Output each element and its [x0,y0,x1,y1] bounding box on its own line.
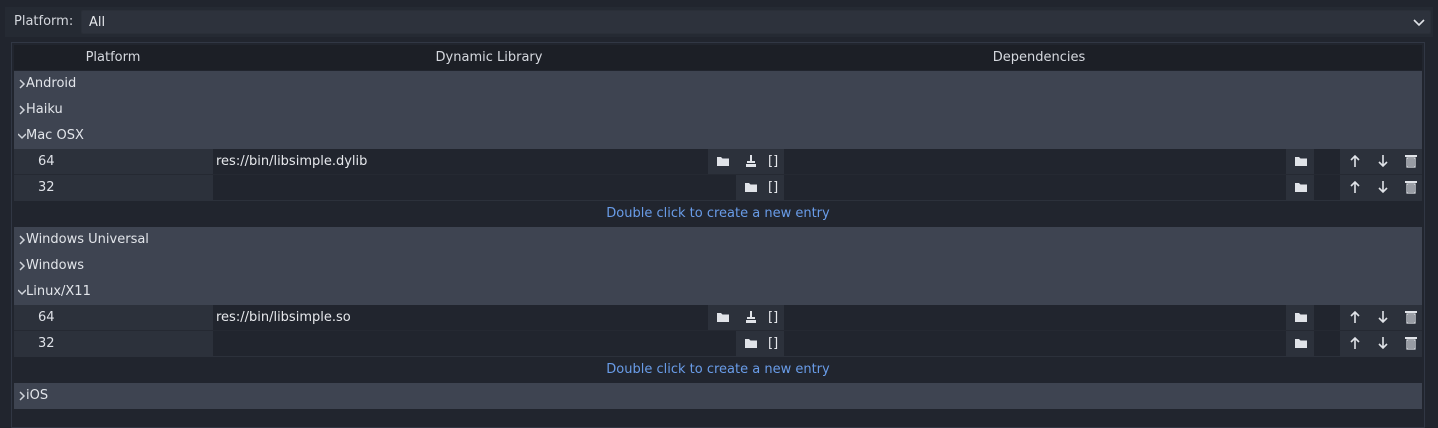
new-entry-hint[interactable]: Double click to create a new entry [14,206,1422,221]
group-label: Android [26,76,77,91]
new-entry-hint[interactable]: Double click to create a new entry [14,362,1422,377]
remove-icon[interactable] [1404,310,1418,324]
dependencies-field[interactable] [784,149,1286,174]
chevron-down-icon [1413,19,1425,27]
clear-icon[interactable] [744,154,758,168]
library-path-value: res://bin/libsimple.dylib [216,154,368,169]
move-down-icon[interactable] [1376,180,1390,194]
chevron-right-icon[interactable] [18,261,26,271]
arch-label: 64 [38,154,55,169]
group-label: Windows Universal [26,232,149,247]
clear-icon[interactable] [744,310,758,324]
dependencies-value: [] [768,336,779,351]
group-label: Linux/X11 [26,284,91,299]
move-up-icon[interactable] [1348,336,1362,350]
folder-icon[interactable] [744,336,758,350]
remove-icon[interactable] [1404,154,1418,168]
move-up-icon[interactable] [1348,180,1362,194]
group-row-windows-universal[interactable]: Windows Universal [14,227,1422,253]
arch-label: 32 [38,180,55,195]
group-row-linux[interactable]: Linux/X11 [14,279,1422,305]
dependencies-value: [] [768,180,779,195]
tree-header: Platform Dynamic Library Dependencies [14,45,1422,70]
move-up-icon[interactable] [1348,154,1362,168]
group-row-haiku[interactable]: Haiku [14,97,1422,123]
folder-icon[interactable] [744,180,758,194]
column-header-dynamic-library: Dynamic Library [435,50,543,65]
folder-icon[interactable] [1294,154,1308,168]
group-label: iOS [26,388,49,403]
move-down-icon[interactable] [1376,154,1390,168]
dependencies-field[interactable] [784,175,1286,200]
group-label: Windows [26,258,85,273]
column-header-platform: Platform [85,50,141,65]
spacer-field [1314,331,1340,356]
group-row-ios[interactable]: iOS [14,383,1422,409]
new-entry-row-macosx[interactable]: Double click to create a new entry [14,201,1422,227]
gdnative-library-tree: Platform Dynamic Library Dependencies An… [11,42,1425,428]
platform-filter-label: Platform: [14,14,74,29]
library-path-field[interactable] [213,175,736,200]
folder-icon[interactable] [716,154,730,168]
library-path-value: res://bin/libsimple.so [216,310,351,325]
folder-icon[interactable] [1294,180,1308,194]
library-row-macosx-64[interactable]: 64 res://bin/libsimple.dylib [] [14,149,1422,175]
chevron-down-icon[interactable] [18,287,26,297]
dependencies-value: [] [768,310,779,325]
library-path-field[interactable]: res://bin/libsimple.so [213,305,708,330]
chevron-right-icon[interactable] [18,235,26,245]
group-row-macosx[interactable]: Mac OSX [14,123,1422,149]
spacer-field [1314,175,1340,200]
move-down-icon[interactable] [1376,310,1390,324]
folder-icon[interactable] [1294,336,1308,350]
platform-select[interactable]: All [81,10,1431,34]
chevron-right-icon[interactable] [18,105,26,115]
library-path-field[interactable] [213,331,736,356]
library-row-linux-32[interactable]: 32 [] [14,331,1422,357]
dependencies-field[interactable] [784,305,1286,330]
library-row-linux-64[interactable]: 64 res://bin/libsimple.so [] [14,305,1422,331]
library-row-macosx-32[interactable]: 32 [] [14,175,1422,201]
group-row-windows[interactable]: Windows [14,253,1422,279]
platform-filter-bar: Platform: All [5,7,1433,37]
column-header-dependencies: Dependencies [992,50,1086,65]
arch-label: 64 [38,310,55,325]
group-label: Haiku [26,102,63,117]
dependencies-field[interactable] [784,331,1286,356]
move-up-icon[interactable] [1348,310,1362,324]
chevron-right-icon[interactable] [18,391,26,401]
group-row-android[interactable]: Android [14,71,1422,97]
spacer-field [1314,149,1340,174]
dependencies-value: [] [768,154,779,169]
platform-select-value: All [89,15,106,30]
chevron-right-icon[interactable] [18,79,26,89]
remove-icon[interactable] [1404,180,1418,194]
spacer-field [1314,305,1340,330]
arch-label: 32 [38,336,55,351]
chevron-down-icon[interactable] [18,131,26,141]
folder-icon[interactable] [716,310,730,324]
new-entry-row-linux[interactable]: Double click to create a new entry [14,357,1422,383]
folder-icon[interactable] [1294,310,1308,324]
group-label: Mac OSX [26,128,84,143]
remove-icon[interactable] [1404,336,1418,350]
library-path-field[interactable]: res://bin/libsimple.dylib [213,149,708,174]
move-down-icon[interactable] [1376,336,1390,350]
